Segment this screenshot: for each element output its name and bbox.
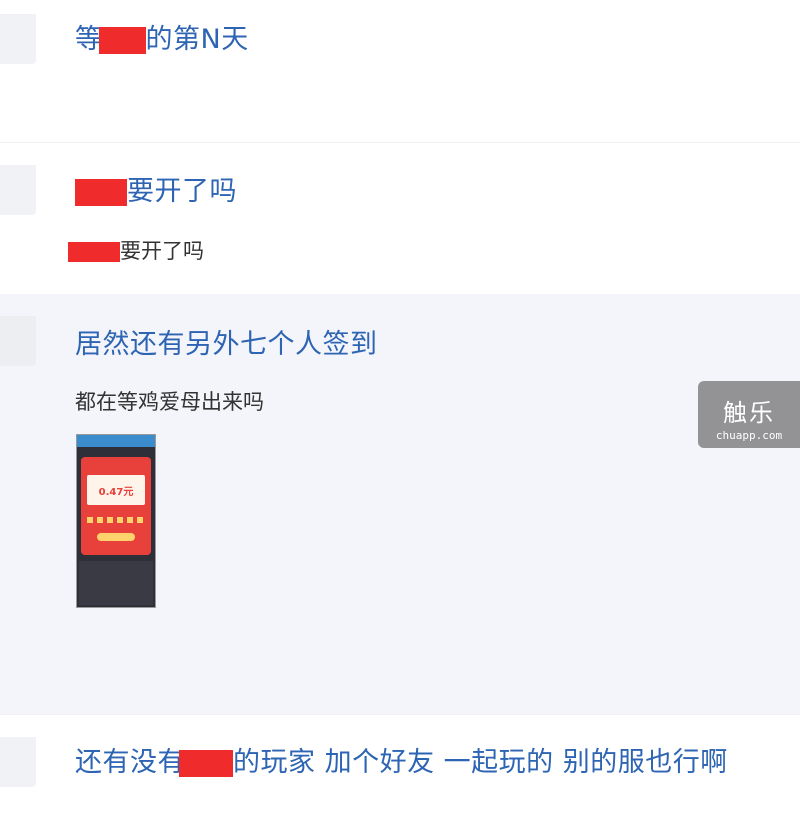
redaction-block bbox=[68, 242, 120, 262]
claim-button-thumb bbox=[97, 533, 135, 541]
reply-count-badge bbox=[0, 316, 36, 366]
progress-dots bbox=[87, 517, 145, 523]
thread-excerpt: 都在等鸡爱母出来吗 bbox=[75, 390, 264, 414]
title-text: 还有没有 bbox=[75, 747, 185, 778]
thread-image-thumbnail[interactable]: 0.47元 bbox=[76, 434, 156, 608]
redaction-block bbox=[179, 750, 233, 777]
thread-item[interactable]: 要开了吗 要开了吗 bbox=[0, 143, 800, 293]
amount-panel: 0.47元 bbox=[87, 475, 145, 505]
reply-count-badge bbox=[0, 737, 36, 787]
thread-item[interactable]: 还有没有 的玩家 加个好友 一起玩的 别的服也行啊 bbox=[0, 715, 800, 830]
thread-title[interactable]: 还有没有 的玩家 加个好友 一起玩的 别的服也行啊 bbox=[75, 740, 728, 779]
chuapp-watermark: 触乐 chuapp.com bbox=[698, 381, 800, 448]
watermark-logo: 触乐 bbox=[723, 399, 775, 427]
redaction-block bbox=[98, 27, 146, 54]
reply-count-badge bbox=[0, 165, 36, 215]
title-text: 的玩家 加个好友 一起玩的 别的服也行啊 bbox=[233, 747, 728, 778]
thread-excerpt: 要开了吗 bbox=[68, 235, 204, 265]
status-bar bbox=[77, 435, 155, 447]
video-preview bbox=[79, 561, 153, 605]
title-text: 的第N天 bbox=[145, 24, 249, 55]
reply-count-badge bbox=[0, 14, 36, 64]
thread-title[interactable]: 居然还有另外七个人签到 bbox=[75, 322, 378, 361]
thread-item[interactable]: 等的第N天 bbox=[0, 0, 800, 142]
thread-title[interactable]: 要开了吗 bbox=[75, 169, 237, 208]
thread-item[interactable]: 居然还有另外七个人签到 都在等鸡爱母出来吗 0.47元 bbox=[0, 294, 800, 714]
redaction-block bbox=[75, 179, 127, 206]
thread-title[interactable]: 等的第N天 bbox=[75, 17, 249, 56]
amount-text: 0.47元 bbox=[98, 487, 134, 498]
title-text: 要开了吗 bbox=[127, 176, 237, 207]
watermark-url: chuapp.com bbox=[715, 429, 783, 442]
excerpt-text: 要开了吗 bbox=[120, 239, 204, 263]
